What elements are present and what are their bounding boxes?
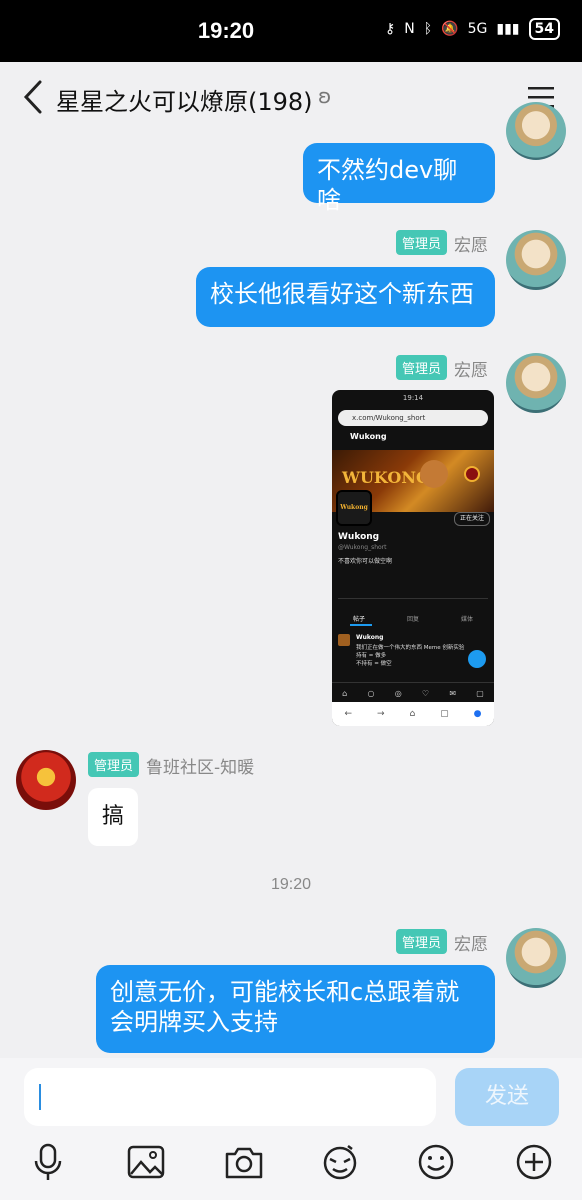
composer: 发送 [0,1058,582,1200]
mute-icon: 🔕 [441,21,459,37]
shot-bio: 不喜欢你可以做空啊 [338,558,393,565]
text-caret [39,1084,41,1110]
sender-name[interactable]: 宏愿 [454,930,488,955]
shot-browser-nav: ← → ⌂ ▢ ● [332,702,494,726]
shot-tab-underline [350,624,372,626]
admin-badge: 管理员 [396,929,448,954]
sender-name[interactable]: 宏愿 [454,231,488,256]
emoji-icon[interactable] [414,1142,458,1182]
avatar[interactable] [506,928,566,988]
ear-icon[interactable]: ʚ [318,84,331,108]
shot-follow-button: 正在关注 [454,512,490,526]
battery-indicator: 54 [528,18,560,40]
key-icon: ⚷ [385,21,396,37]
signal2-icon: ▮▮▮ [496,21,520,37]
status-icons: ⚷ N ᛒ 🔕 5G ▮▮▮ 54 [385,18,560,40]
shot-statusbar: 19:14 [402,394,424,402]
message-bubble[interactable]: 校长他很看好这个新东西 [196,267,495,327]
sender-name[interactable]: 鲁班社区-知暖 [146,753,254,778]
shot-url: x.com/Wukong_short [338,410,488,426]
shot-bottom-nav: ⌂ ○ ◎ ♡ ✉ ▢ [332,682,494,703]
shot-tweet-avatar [338,634,350,646]
shot-tweet-author: Wukong [356,634,384,641]
admin-badge: 管理员 [88,752,140,777]
message-bubble[interactable]: 创意无价，可能校长和c总跟着就会明牌买入支持 [96,965,495,1053]
message-input[interactable] [24,1068,436,1126]
timestamp: 19:20 [270,876,312,893]
shot-handle: @Wukong_short [338,544,387,551]
avatar[interactable] [506,353,566,413]
chat-title: 星星之火可以燎原(198) [56,88,313,116]
status-bar: 19:20 ⚷ N ᛒ 🔕 5G ▮▮▮ 54 [0,0,582,62]
avatar[interactable] [506,230,566,290]
plus-icon[interactable] [512,1142,556,1182]
sender-name[interactable]: 宏愿 [454,356,488,381]
shot-profile-title: Wukong [350,432,387,441]
sticker-icon[interactable] [318,1142,362,1182]
shot-compose-icon [468,650,486,668]
admin-badge: 管理员 [396,355,448,380]
send-button[interactable]: 发送 [455,1068,559,1126]
avatar[interactable] [506,102,566,160]
shot-tab: 回复 [406,616,419,623]
shot-avatar: Wukong [336,490,372,526]
back-icon[interactable] [20,78,46,116]
shot-tab: 媒体 [460,616,473,623]
message-bubble[interactable]: 搞 [88,788,138,846]
image-icon[interactable] [124,1142,168,1182]
message-bubble[interactable]: 不然约dev聊啥 [303,143,495,214]
shot-name: Wukong [338,532,380,542]
admin-badge: 管理员 [396,230,448,255]
avatar[interactable] [16,750,76,810]
shot-tab: 帖子 [352,616,365,623]
shot-tabs: 帖子 回复 媒体 [332,614,494,623]
signal-icon: 5G [467,21,488,37]
bluetooth-icon: ᛒ [423,21,433,37]
image-message[interactable]: 19:14 x.com/Wukong_short Wukong WUKONG W… [332,390,494,726]
mic-icon[interactable] [26,1142,70,1182]
shot-divider [338,598,488,599]
nfc-icon: N [404,21,415,37]
camera-icon[interactable] [222,1142,266,1182]
chat-header: 星星之火可以燎原(198) ʚ [0,62,582,132]
